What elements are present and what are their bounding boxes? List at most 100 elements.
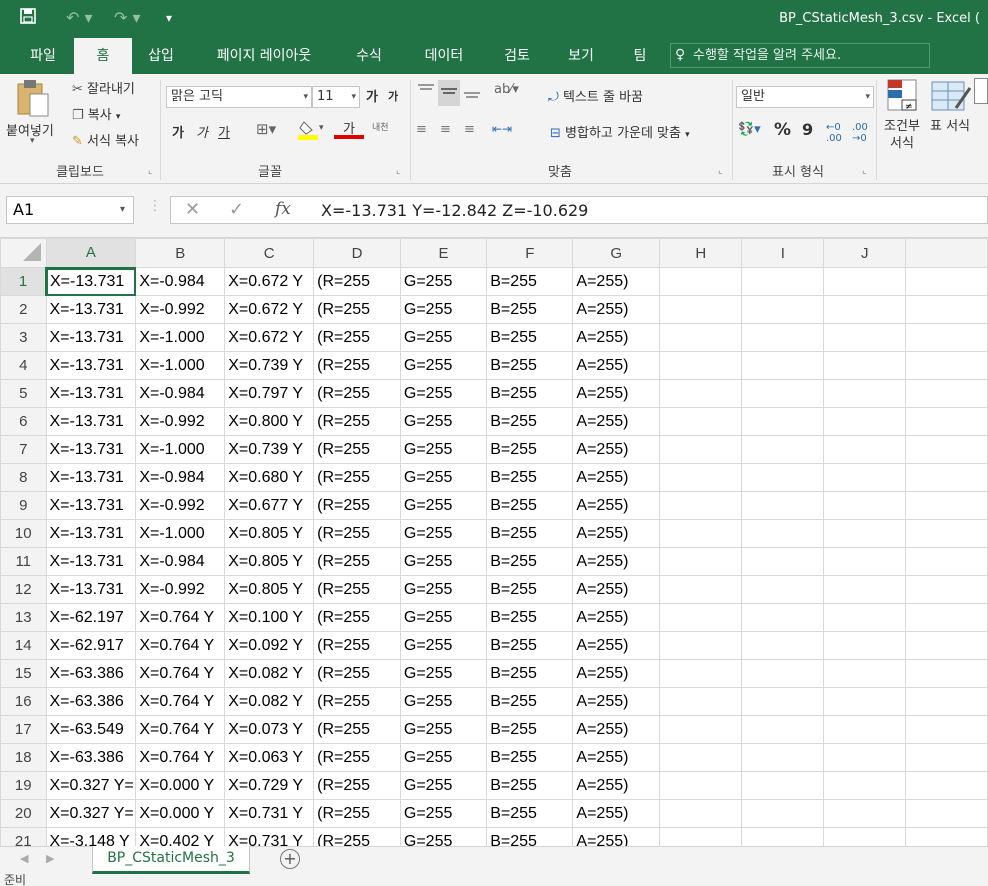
cell[interactable]: X=-1.000 xyxy=(135,351,226,380)
cell[interactable] xyxy=(659,659,743,688)
cell[interactable]: X=-1.000 xyxy=(135,435,226,464)
middle-align-icon[interactable] xyxy=(438,80,460,106)
cell[interactable]: A=255) xyxy=(572,687,661,716)
cell[interactable]: (R=255 xyxy=(313,351,401,380)
cell[interactable]: X=0.063 Y xyxy=(224,743,315,772)
cell[interactable]: (R=255 xyxy=(313,295,401,324)
italic-button[interactable]: 가 xyxy=(196,122,208,141)
cell[interactable]: B=255 xyxy=(486,295,574,324)
cell[interactable]: A=255) xyxy=(572,799,661,828)
cell[interactable]: G=255 xyxy=(399,603,488,632)
cell[interactable]: B=255 xyxy=(486,547,574,576)
cell[interactable] xyxy=(823,603,907,632)
cell[interactable]: X=-63.549 xyxy=(45,715,137,744)
cell[interactable]: X=-13.731 xyxy=(45,351,137,380)
cell[interactable] xyxy=(659,575,743,604)
cell[interactable] xyxy=(905,603,988,632)
row-header[interactable]: 7 xyxy=(0,435,47,464)
cell[interactable] xyxy=(741,659,825,688)
cell[interactable]: A=255) xyxy=(572,659,661,688)
number-launcher-icon[interactable]: ⌞ xyxy=(862,166,866,176)
cell[interactable]: A=255) xyxy=(572,295,661,324)
column-header-e[interactable]: E xyxy=(399,238,488,268)
cell[interactable]: (R=255 xyxy=(313,435,401,464)
cell[interactable]: A=255) xyxy=(572,575,661,604)
cell[interactable]: G=255 xyxy=(399,323,488,352)
cell[interactable]: X=-63.386 xyxy=(45,743,137,772)
cell[interactable]: A=255) xyxy=(572,267,661,296)
column-header-j[interactable]: J xyxy=(823,238,907,268)
cell[interactable] xyxy=(741,687,825,716)
column-header-i[interactable]: I xyxy=(741,238,825,268)
cell[interactable] xyxy=(905,575,988,604)
cell[interactable] xyxy=(741,407,825,436)
top-align-icon[interactable] xyxy=(416,82,436,104)
cell[interactable]: B=255 xyxy=(486,435,574,464)
cell[interactable] xyxy=(823,771,907,800)
cell[interactable]: B=255 xyxy=(486,771,574,800)
cell[interactable] xyxy=(659,295,743,324)
cell[interactable]: X=0.764 Y xyxy=(135,687,226,716)
cell[interactable]: X=0.739 Y xyxy=(224,435,315,464)
cell[interactable] xyxy=(741,603,825,632)
merge-center-button[interactable]: ⊟ 병합하고 가운데 맞춤 ▾ xyxy=(550,122,690,141)
cell[interactable]: B=255 xyxy=(486,799,574,828)
cell[interactable]: G=255 xyxy=(399,379,488,408)
column-header-c[interactable]: C xyxy=(224,238,315,268)
cell[interactable]: G=255 xyxy=(399,575,488,604)
cell[interactable]: A=255) xyxy=(572,463,661,492)
percent-button[interactable]: % xyxy=(774,120,791,140)
cell[interactable] xyxy=(823,743,907,772)
cell[interactable]: A=255) xyxy=(572,715,661,744)
cell[interactable] xyxy=(741,295,825,324)
cell[interactable]: B=255 xyxy=(486,743,574,772)
tab-review[interactable]: 검토 xyxy=(488,38,546,74)
cell[interactable]: G=255 xyxy=(399,407,488,436)
paste-button[interactable] xyxy=(8,78,52,122)
cell[interactable]: (R=255 xyxy=(313,575,401,604)
row-header[interactable]: 6 xyxy=(0,407,47,436)
cell[interactable]: G=255 xyxy=(399,295,488,324)
cell[interactable] xyxy=(905,267,988,296)
cell[interactable]: (R=255 xyxy=(313,519,401,548)
cell[interactable] xyxy=(659,687,743,716)
cell[interactable] xyxy=(823,379,907,408)
cell[interactable]: (R=255 xyxy=(313,631,401,660)
cell[interactable] xyxy=(823,687,907,716)
cell[interactable] xyxy=(905,295,988,324)
paste-dropdown-icon[interactable]: ▾ xyxy=(30,136,35,146)
cell[interactable]: X=-0.984 xyxy=(135,267,226,296)
format-as-table-icon[interactable] xyxy=(930,78,974,120)
cell[interactable] xyxy=(823,715,907,744)
cell[interactable] xyxy=(659,715,743,744)
cell[interactable] xyxy=(741,827,825,846)
formula-input[interactable]: ✕ ✓ fx X=-13.731 Y=-12.842 Z=-10.629 xyxy=(170,196,988,224)
cell[interactable]: X=0.764 Y xyxy=(135,715,226,744)
column-header-g[interactable]: G xyxy=(572,238,661,268)
cell[interactable] xyxy=(905,435,988,464)
cell[interactable]: X=0.000 Y xyxy=(135,771,226,800)
borders-icon[interactable]: ⊞▾ xyxy=(256,120,276,138)
cell[interactable] xyxy=(659,267,743,296)
cell[interactable]: X=-0.992 xyxy=(135,491,226,520)
cell[interactable] xyxy=(905,743,988,772)
cell[interactable]: X=-13.731 xyxy=(45,267,137,296)
row-header[interactable]: 11 xyxy=(0,547,47,576)
cell[interactable]: (R=255 xyxy=(313,799,401,828)
cell[interactable]: X=0.764 Y xyxy=(135,659,226,688)
cell[interactable] xyxy=(659,463,743,492)
cell[interactable]: G=255 xyxy=(399,827,488,846)
cell[interactable]: (R=255 xyxy=(313,547,401,576)
cell[interactable]: G=255 xyxy=(399,547,488,576)
cell[interactable]: X=0.764 Y xyxy=(135,631,226,660)
cell[interactable] xyxy=(741,575,825,604)
row-header[interactable]: 5 xyxy=(0,379,47,408)
sheet-tab[interactable]: BP_CStaticMesh_3 xyxy=(92,846,250,874)
cell[interactable] xyxy=(905,323,988,352)
cell[interactable]: X=-62.917 xyxy=(45,631,137,660)
cell[interactable]: B=255 xyxy=(486,407,574,436)
cell[interactable] xyxy=(905,687,988,716)
cell[interactable]: X=-0.992 xyxy=(135,407,226,436)
cell[interactable]: (R=255 xyxy=(313,323,401,352)
row-header[interactable]: 1 xyxy=(0,267,47,296)
